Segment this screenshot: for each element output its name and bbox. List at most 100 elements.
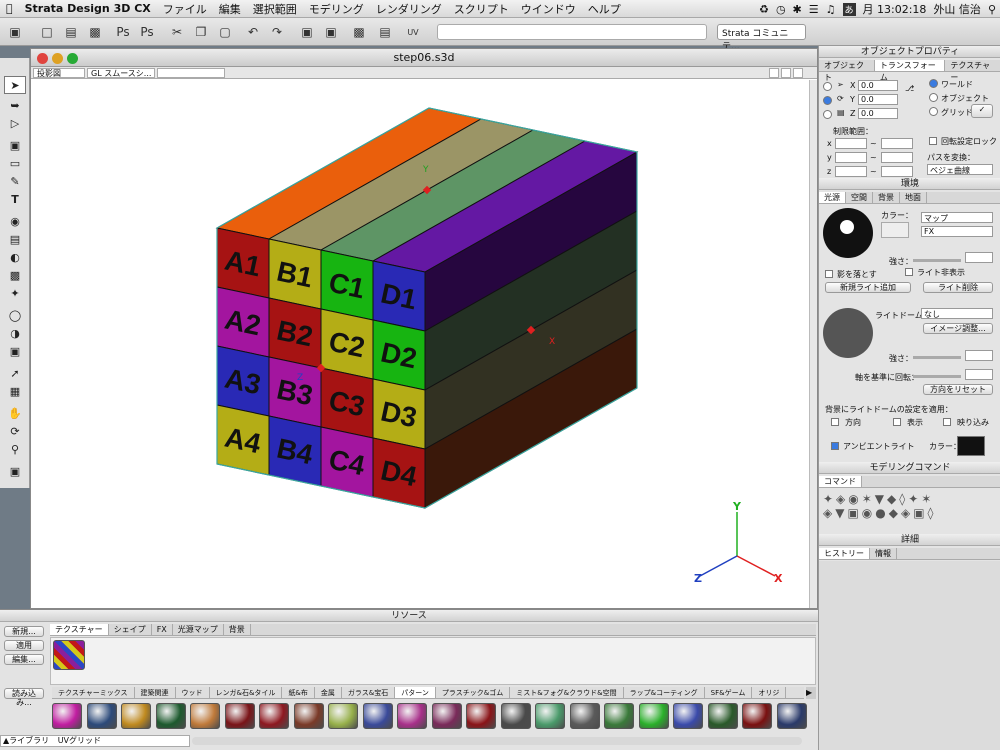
wifi-icon[interactable]: ☰ <box>809 3 819 16</box>
spotlight-icon[interactable]: ⚲ <box>988 3 996 16</box>
edit-resource-button[interactable]: 編集... <box>4 654 44 665</box>
paste-icon[interactable]: ▢ <box>216 23 234 41</box>
limit-x-max[interactable] <box>881 138 913 149</box>
render-area-icon[interactable]: ▣ <box>4 462 26 480</box>
tab-history[interactable]: ヒストリー <box>819 548 870 559</box>
texture-swatch-2[interactable] <box>121 703 151 729</box>
texture-swatch-8[interactable] <box>328 703 358 729</box>
texture-swatch-18[interactable] <box>673 703 703 729</box>
time-machine-icon[interactable]: ◷ <box>776 3 786 16</box>
group-select-icon[interactable]: ▷ <box>4 114 26 132</box>
layer-icon[interactable]: ▤ <box>376 23 394 41</box>
menu-window[interactable]: ウインドウ <box>515 1 582 17</box>
library-scrollbar[interactable] <box>192 737 802 745</box>
texture-swatch-0[interactable] <box>52 703 82 729</box>
tab-background[interactable]: 背景 <box>873 192 900 203</box>
limit-z-max[interactable] <box>881 166 913 177</box>
texture-swatch-4[interactable] <box>190 703 220 729</box>
tab-res-fx[interactable]: FX <box>152 624 173 635</box>
zoom-slider[interactable] <box>157 68 225 78</box>
z-field[interactable]: 0.0 <box>858 108 898 119</box>
load-resource-button[interactable]: 読み込み... <box>4 688 44 707</box>
app-menu[interactable]: Strata Design 3D CX <box>19 2 157 15</box>
grid-tool-icon[interactable]: ▦ <box>4 382 26 400</box>
tab-res-texture[interactable]: テクスチャー <box>50 624 109 635</box>
texture-swatch-21[interactable] <box>776 703 807 729</box>
camera-tool-icon[interactable]: ▣ <box>4 342 26 360</box>
ambient-color-swatch[interactable] <box>957 436 985 456</box>
uv-grid-texture-thumb[interactable] <box>53 640 85 670</box>
reset-direction-button[interactable]: 方向をリセット <box>923 384 993 395</box>
frame-icon[interactable]: ▣ <box>298 23 316 41</box>
tab-res-lightmap[interactable]: 光源マップ <box>173 624 224 635</box>
texture-swatch-10[interactable] <box>397 703 427 729</box>
extrude-tool-icon[interactable]: ▤ <box>4 230 26 248</box>
texture-swatch-14[interactable] <box>535 703 565 729</box>
copy-icon[interactable]: ❐ <box>192 23 210 41</box>
measure-tool-icon[interactable]: ➚ <box>4 364 26 382</box>
menu-rendering[interactable]: レンダリング <box>370 1 448 17</box>
category-tab-1[interactable]: 建築関連 <box>135 687 176 698</box>
direct-select-icon[interactable]: ➥ <box>4 96 26 114</box>
texture-swatch-11[interactable] <box>431 703 462 729</box>
apply-check-button[interactable]: ✓ <box>971 104 993 118</box>
object-radio[interactable] <box>929 93 938 102</box>
apply-resource-button[interactable]: 適用 <box>4 640 44 651</box>
strength-field[interactable] <box>965 252 993 263</box>
texture-swatch-13[interactable] <box>500 703 531 729</box>
category-tab-3[interactable]: レンガ&石&タイル <box>210 687 283 698</box>
undo-icon[interactable]: ↶ <box>244 23 262 41</box>
apply-direction-checkbox[interactable] <box>831 418 839 426</box>
redo-icon[interactable]: ↷ <box>268 23 286 41</box>
texture-swatch-16[interactable] <box>604 703 634 729</box>
grid-toggle-icon[interactable] <box>781 68 791 78</box>
fx-dropdown[interactable]: FX <box>921 226 993 237</box>
category-tab-7[interactable]: パターン <box>395 687 436 698</box>
ps-render-icon[interactable]: Ps <box>138 23 156 41</box>
category-tab-12[interactable]: オリジ <box>752 687 787 698</box>
uv-icon[interactable]: UV <box>404 23 422 41</box>
category-tab-4[interactable]: 紙&布 <box>282 687 315 698</box>
view-mode-dropdown[interactable]: 投影図 <box>33 68 85 78</box>
rotate-view-icon[interactable]: ⟳ <box>4 422 26 440</box>
category-tab-9[interactable]: ミスト&フォグ&クラウド&空間 <box>510 687 624 698</box>
skin-tool-icon[interactable]: ▩ <box>4 266 26 284</box>
tab-commands[interactable]: コマンド <box>819 476 862 487</box>
category-tab-5[interactable]: 金属 <box>315 687 342 698</box>
spot-light-icon[interactable]: ◑ <box>4 324 26 342</box>
rotate-radio[interactable] <box>823 96 832 105</box>
map-dropdown[interactable]: マップ <box>921 212 993 223</box>
user-name[interactable]: 外山 信治 <box>933 1 981 17</box>
rot-lock-checkbox[interactable] <box>929 137 937 145</box>
limit-y-min[interactable] <box>835 152 867 163</box>
tab-object[interactable]: オブジェクト <box>819 60 875 82</box>
menu-edit[interactable]: 編集 <box>213 1 247 17</box>
category-scroll-icon[interactable]: ▶ <box>806 687 816 699</box>
close-icon[interactable] <box>37 53 48 64</box>
render-mode-dropdown[interactable]: GL スムースシ... <box>87 68 155 78</box>
hide-light-checkbox[interactable] <box>905 268 913 276</box>
window-icon[interactable]: ▣ <box>6 23 24 41</box>
category-tab-2[interactable]: ウッド <box>176 687 210 698</box>
limit-y-max[interactable] <box>881 152 913 163</box>
category-tab-6[interactable]: ガラス&宝石 <box>342 687 396 698</box>
tab-info[interactable]: 情報 <box>870 548 897 559</box>
x-field[interactable]: 0.0 <box>858 80 898 91</box>
zoom-icon[interactable] <box>67 53 78 64</box>
tab-light[interactable]: 光源 <box>819 192 846 203</box>
limit-z-min[interactable] <box>835 166 867 177</box>
ps-export-icon[interactable]: Ps <box>114 23 132 41</box>
world-radio[interactable] <box>929 79 938 88</box>
texture-swatch-5[interactable] <box>224 703 255 729</box>
dome-strength-field[interactable] <box>965 350 993 361</box>
box-tool-icon[interactable]: ▣ <box>4 136 26 154</box>
ambient-checkbox[interactable] <box>831 442 839 450</box>
hand-tool-icon[interactable]: ✋ <box>4 404 26 422</box>
limit-x-min[interactable] <box>835 138 867 149</box>
tab-ground[interactable]: 地面 <box>900 192 927 203</box>
texture-swatch-6[interactable] <box>259 703 289 729</box>
texture-swatch-7[interactable] <box>293 703 324 729</box>
menu-file[interactable]: ファイル <box>157 1 213 17</box>
tab-transform[interactable]: トランスフォーム <box>874 60 946 82</box>
rotate-axis-slider[interactable] <box>913 375 961 378</box>
